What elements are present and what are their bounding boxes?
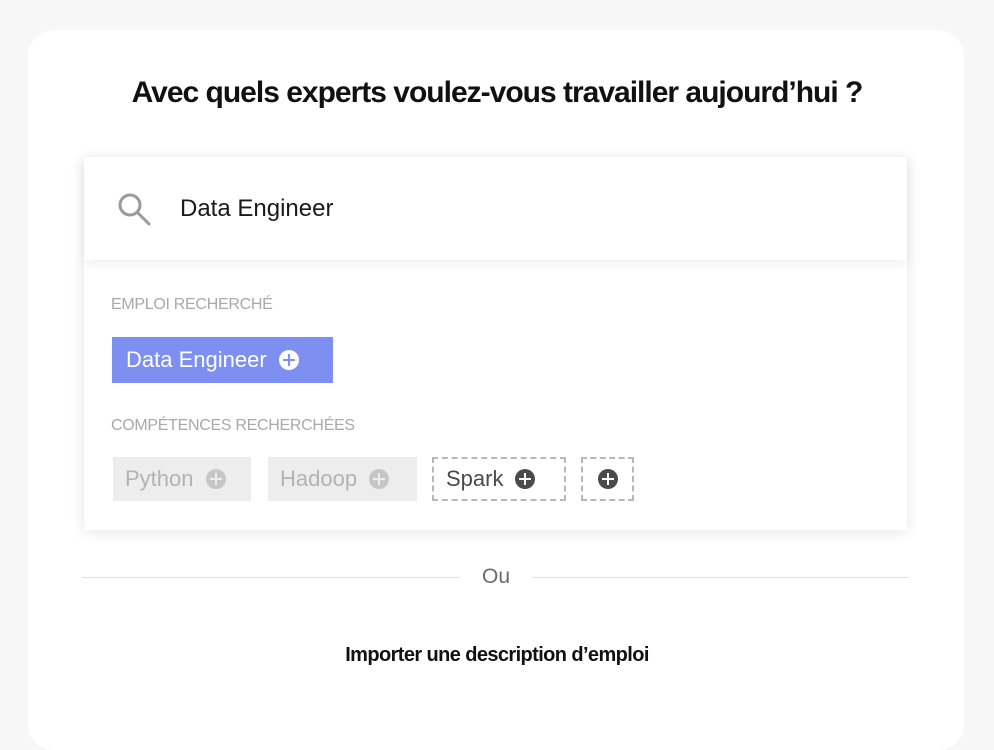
divider-right bbox=[532, 577, 909, 578]
skill-chip-label: Spark bbox=[446, 466, 504, 491]
divider-left bbox=[82, 577, 460, 578]
skills-section-label: COMPÉTENCES RECHERCHÉES bbox=[111, 417, 355, 434]
plus-circle-icon bbox=[515, 469, 536, 489]
skill-chip-label: Python bbox=[125, 466, 194, 491]
skill-chip-spark[interactable]: Spark bbox=[432, 457, 566, 501]
plus-circle-icon bbox=[278, 350, 299, 370]
job-chip-data-engineer[interactable]: Data Engineer bbox=[112, 337, 333, 383]
search-bar bbox=[84, 157, 907, 260]
plus-circle-icon bbox=[369, 469, 390, 489]
search-icon bbox=[118, 193, 151, 226]
plus-circle-icon bbox=[205, 469, 226, 489]
job-chip-label: Data Engineer bbox=[126, 347, 267, 372]
skill-chip-label: Hadoop bbox=[280, 466, 358, 491]
or-separator: Ou bbox=[481, 565, 510, 588]
job-section-label: EMPLOI RECHERCHÉ bbox=[111, 296, 273, 313]
search-card: EMPLOI RECHERCHÉ Data Engineer COMPÉTENC… bbox=[84, 157, 907, 530]
add-skill-button[interactable] bbox=[581, 457, 634, 501]
import-job-description-link[interactable]: Importer une description d’emploi bbox=[0, 644, 994, 667]
skill-chip-python[interactable]: Python bbox=[113, 457, 251, 501]
plus-circle-icon bbox=[597, 469, 618, 489]
page-title: Avec quels experts voulez-vous travaille… bbox=[131, 76, 864, 109]
search-input[interactable] bbox=[180, 192, 830, 226]
skill-chip-hadoop[interactable]: Hadoop bbox=[268, 457, 417, 501]
